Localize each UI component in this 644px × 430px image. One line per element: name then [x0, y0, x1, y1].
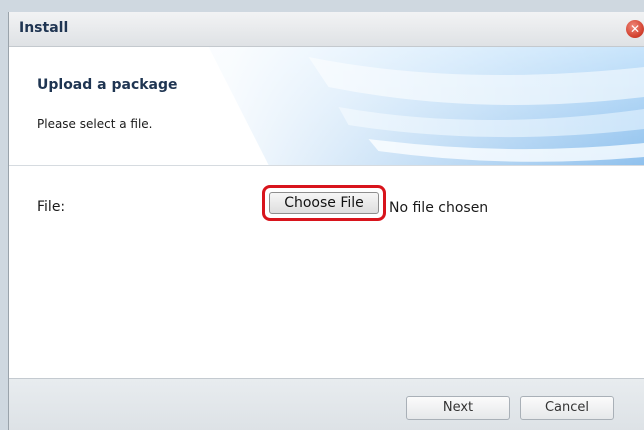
- dialog-footer: Next Cancel: [9, 378, 644, 430]
- dialog-body: File: Choose File No file chosen: [9, 166, 644, 378]
- header-title: Upload a package: [37, 77, 178, 93]
- install-dialog: Install ✕ Upload a package Please select…: [8, 12, 644, 430]
- close-icon[interactable]: ✕: [626, 20, 644, 38]
- file-status-text: No file chosen: [389, 200, 489, 216]
- dialog-titlebar: Install ✕: [9, 12, 644, 47]
- file-field-label: File:: [37, 199, 66, 215]
- header-subtitle: Please select a file.: [37, 117, 153, 131]
- next-button[interactable]: Next: [406, 396, 510, 420]
- header-banner-graphic: [9, 47, 644, 165]
- choose-file-highlight: Choose File: [262, 185, 386, 221]
- dialog-header: Upload a package Please select a file.: [9, 47, 644, 166]
- dialog-title: Install: [19, 20, 69, 36]
- choose-file-button[interactable]: Choose File: [269, 192, 379, 214]
- cancel-button[interactable]: Cancel: [520, 396, 614, 420]
